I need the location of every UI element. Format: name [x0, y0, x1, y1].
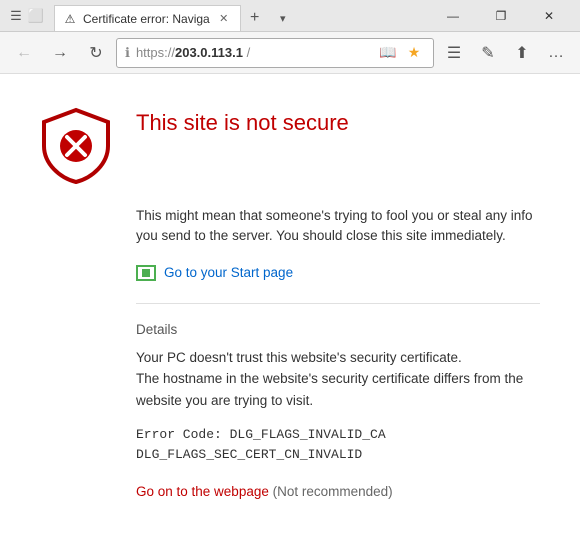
error-header: This site is not secure — [40, 106, 540, 186]
details-label: Details — [136, 322, 540, 337]
url-domain: 203.0.113.1 — [175, 45, 243, 60]
tab-title: Certificate error: Naviga — [83, 12, 210, 26]
notes-button[interactable]: ✎ — [472, 37, 504, 69]
title-bar: ☰ ⬜ ⚠ Certificate error: Naviga ✕ + ▾ — … — [0, 0, 580, 32]
address-bar[interactable]: ℹ https://203.0.113.1 / 📖 ★ — [116, 38, 434, 68]
error-description: This might mean that someone's trying to… — [136, 206, 540, 247]
restore-button[interactable]: ❐ — [478, 3, 524, 29]
error-code: Error Code: DLG_FLAGS_INVALID_CA DLG_FLA… — [136, 425, 540, 464]
address-icons: 📖 ★ — [377, 42, 425, 64]
tab-strip: ⚠ Certificate error: Naviga ✕ + ▾ — [54, 0, 424, 31]
more-button[interactable]: … — [540, 37, 572, 69]
shield-icon — [40, 106, 112, 186]
start-page-link[interactable]: Go to your Start page — [136, 265, 540, 281]
not-recommended-text: (Not recommended) — [273, 484, 393, 499]
divider — [136, 303, 540, 304]
back-button[interactable]: ← — [8, 37, 40, 69]
error-body: This might mean that someone's trying to… — [40, 206, 540, 499]
details-text-1: Your PC doesn't trust this website's sec… — [136, 347, 540, 412]
error-title: This site is not secure — [136, 110, 349, 136]
address-url: https://203.0.113.1 / — [136, 45, 371, 60]
share-button[interactable]: ⬆ — [506, 37, 538, 69]
go-on-link[interactable]: Go on to the webpage — [136, 484, 269, 499]
tab-manager-icon[interactable]: ⬜ — [28, 8, 44, 24]
forward-button[interactable]: → — [44, 37, 76, 69]
start-page-link-text[interactable]: Go to your Start page — [164, 265, 293, 280]
toolbar: ← → ↻ ℹ https://203.0.113.1 / 📖 ★ ☰ ✎ ⬆ … — [0, 32, 580, 74]
active-tab[interactable]: ⚠ Certificate error: Naviga ✕ — [54, 5, 241, 31]
refresh-button[interactable]: ↻ — [80, 37, 112, 69]
toolbar-right: ☰ ✎ ⬆ … — [438, 37, 572, 69]
title-bar-left: ☰ ⬜ — [8, 8, 44, 24]
tab-dropdown-button[interactable]: ▾ — [269, 5, 297, 31]
minimize-button[interactable]: — — [430, 3, 476, 29]
url-protocol: https:// — [136, 45, 175, 60]
close-button[interactable]: ✕ — [526, 3, 572, 29]
error-code-line1: Error Code: DLG_FLAGS_INVALID_CA — [136, 425, 540, 445]
favorites-star-icon[interactable]: ★ — [403, 42, 425, 64]
start-page-icon — [136, 265, 156, 281]
settings-icon[interactable]: ☰ — [8, 8, 24, 24]
error-code-line2: DLG_FLAGS_SEC_CERT_CN_INVALID — [136, 445, 540, 465]
url-path: / — [243, 45, 250, 60]
go-on-link-container: Go on to the webpage (Not recommended) — [136, 484, 540, 499]
tab-close-button[interactable]: ✕ — [216, 11, 232, 27]
security-lock-icon: ℹ — [125, 45, 130, 61]
tab-favicon: ⚠ — [63, 12, 77, 26]
new-tab-button[interactable]: + — [241, 5, 269, 31]
window-controls: — ❐ ✕ — [430, 3, 572, 29]
hub-button[interactable]: ☰ — [438, 37, 470, 69]
error-page-content: This site is not secure This might mean … — [0, 74, 580, 554]
reading-view-icon[interactable]: 📖 — [377, 42, 399, 64]
